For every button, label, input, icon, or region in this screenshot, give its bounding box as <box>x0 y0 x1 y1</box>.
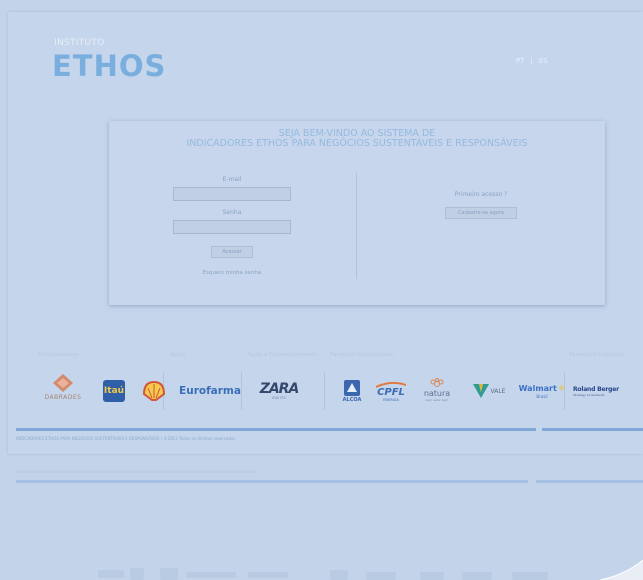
partners-section: Patrocinadores Apoio Apoio a Desenvolvim… <box>8 352 643 412</box>
ghost-logo <box>512 572 548 580</box>
footer-bar-right <box>542 428 643 431</box>
login-card: SEJA BEM-VINDO AO SISTEMA DE INDICADORES… <box>109 121 605 305</box>
card-divider <box>356 173 357 279</box>
ghost-footer-bar-right <box>536 480 643 483</box>
welcome-heading: SEJA BEM-VINDO AO SISTEMA DE INDICADORES… <box>109 129 605 149</box>
cpfl-wordmark: CPFL <box>377 387 405 398</box>
roland-berger-subtitle: Strategy Consultants <box>573 392 605 397</box>
itau-logo[interactable]: Itaú <box>103 380 125 402</box>
natura-logo[interactable]: natura bem estar bem <box>420 374 454 406</box>
partner-separator <box>324 372 325 410</box>
language-switcher: PT | ES <box>513 57 551 65</box>
ghost-footer-text <box>16 470 256 473</box>
category-sponsors: Patrocinadores <box>38 352 79 358</box>
ghost-logo <box>186 572 236 578</box>
walmart-subtitle: Brasil <box>536 393 548 399</box>
category-support: Apoio <box>170 352 186 358</box>
alcoa-emblem-icon <box>344 379 360 396</box>
login-button[interactable]: Acessar <box>211 246 253 258</box>
ghost-footer-bar-left <box>16 480 528 483</box>
vale-logo[interactable]: VALE <box>468 382 510 400</box>
category-strategic: Parceiro Estratégico <box>569 352 624 358</box>
page-curl-decoration <box>600 560 643 580</box>
ghost-logo <box>130 568 144 580</box>
shell-icon <box>142 380 166 401</box>
natura-subtitle: bem estar bem <box>425 398 449 402</box>
alcoa-logo[interactable]: ALCOA <box>339 376 365 406</box>
email-field[interactable] <box>173 187 291 201</box>
cpfl-subtitle: ENERGIA <box>383 398 399 402</box>
forgot-password-link[interactable]: Esqueci minha senha <box>173 270 291 276</box>
roland-berger-logo[interactable]: Roland Berger Strategy Consultants <box>573 382 633 400</box>
partner-separator <box>241 372 242 410</box>
shell-logo[interactable] <box>142 380 166 402</box>
category-dev-support: Apoio a Desenvolvimento <box>247 352 318 358</box>
alcoa-wordmark: ALCOA <box>342 396 362 403</box>
zara-logo[interactable]: ZARA INDITEX <box>255 380 303 402</box>
ghost-logo <box>160 568 178 580</box>
lang-pt-link[interactable]: PT <box>516 57 525 65</box>
eurofarma-logo[interactable]: Eurofarma <box>178 382 241 400</box>
ghost-logo <box>462 572 492 580</box>
zara-wordmark: ZARA <box>259 380 300 397</box>
dabrades-wordmark: DABRADES <box>44 393 82 401</box>
ethos-logo[interactable]: ETHOS <box>52 49 166 83</box>
first-access-label: Primeiro acesso ? <box>454 191 508 198</box>
vale-wordmark: VALE <box>490 387 506 395</box>
dabrades-logo[interactable]: DABRADES <box>32 366 94 408</box>
brand-subtitle: INSTITUTO <box>54 38 105 48</box>
category-institutional: Parceiros Institucionais <box>330 352 394 358</box>
email-label: E-mail <box>222 176 242 183</box>
ghost-logo <box>420 572 444 580</box>
walmart-wordmark: Walmart <box>518 384 557 393</box>
walmart-logo[interactable]: Walmart ✳ Brasil <box>518 380 566 402</box>
zara-subtitle: INDITEX <box>271 395 287 400</box>
natura-wordmark: natura <box>423 389 451 398</box>
roland-berger-wordmark: Roland Berger <box>573 385 619 393</box>
walmart-spark-icon: ✳ <box>557 383 566 394</box>
lang-es-link[interactable]: ES <box>539 57 548 65</box>
dabrades-emblem-icon <box>53 373 73 392</box>
ghost-logo <box>248 572 288 578</box>
footer-copyright: INDICADORES ETHOS PARA NEGÓCIOS SUSTENTÁ… <box>16 436 236 441</box>
ghost-logo <box>330 570 348 580</box>
lang-separator: | <box>530 57 533 65</box>
page-container: INSTITUTO ETHOS PT | ES SEJA BEM-VINDO AO … <box>8 12 643 454</box>
itau-wordmark: Itaú <box>103 386 125 396</box>
ghost-logo <box>98 570 124 578</box>
password-field[interactable] <box>173 220 291 234</box>
cpfl-logo[interactable]: CPFL ENERGIA <box>374 378 408 406</box>
welcome-line-2: INDICADORES ETHOS PARA NEGÓCIOS SUSTENTÁ… <box>186 138 528 149</box>
footer-bar-left <box>16 428 536 431</box>
eurofarma-wordmark: Eurofarma <box>179 385 241 397</box>
vale-v-icon <box>472 384 489 398</box>
ghost-logo <box>366 572 396 580</box>
password-label: Senha <box>222 209 242 216</box>
register-button[interactable]: Cadastre-se agora <box>445 207 517 219</box>
